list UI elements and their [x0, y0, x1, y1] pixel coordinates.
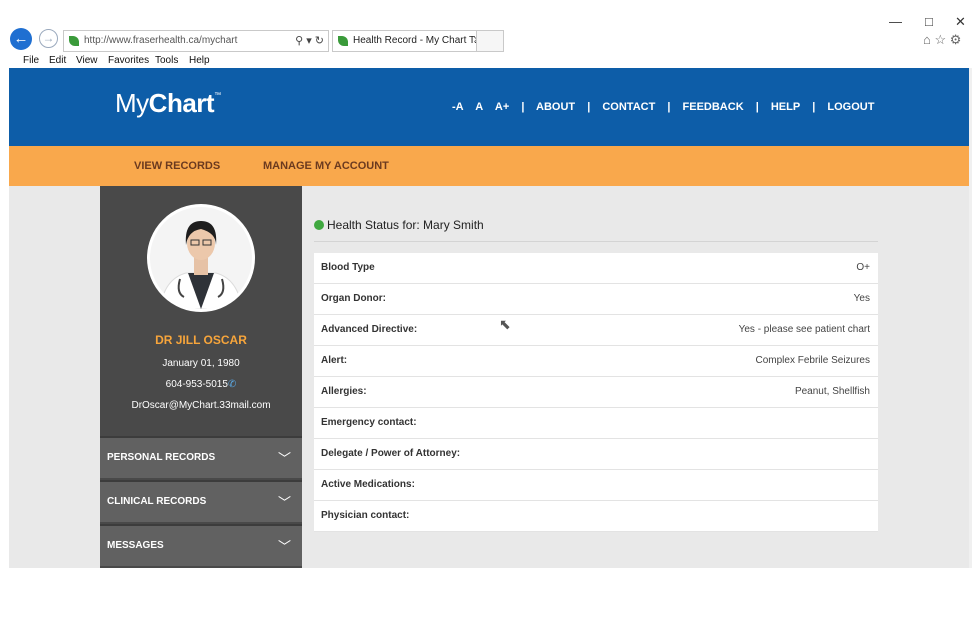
health-status-title-text: Health Status for: Mary Smith — [327, 218, 484, 232]
contact-link[interactable]: CONTACT — [602, 101, 655, 113]
doctor-dob: January 01, 1980 — [162, 358, 240, 369]
new-tab-button[interactable] — [476, 30, 504, 52]
nav-divider: | — [755, 101, 759, 113]
health-status-title: Health Status for: Mary Smith — [314, 218, 484, 232]
tab-title: Health Record - My Chart T... — [353, 35, 483, 46]
site-leaf-icon — [69, 36, 79, 46]
nav-divider: | — [812, 101, 816, 113]
browser-tab[interactable]: Health Record - My Chart T... ✕ — [332, 30, 496, 52]
browser-toolbar: ← → http://www.fraserhealth.ca/mychart ⚲… — [9, 8, 972, 54]
table-row: Allergies: Peanut, Shellfish — [314, 377, 878, 408]
table-row: Delegate / Power of Attorney: — [314, 439, 878, 470]
profile-sidebar: DR JILL OSCAR January 01, 1980 604-953-5… — [100, 186, 302, 568]
menu-tools[interactable]: Tools — [155, 55, 178, 66]
help-link[interactable]: HELP — [771, 101, 800, 113]
sub-nav: VIEW RECORDS MANAGE MY ACCOUNT — [9, 146, 969, 186]
table-row: Alert: Complex Febrile Seizures — [314, 346, 878, 377]
status-dot-icon — [314, 220, 324, 230]
tab-leaf-icon — [338, 36, 348, 46]
maximize-button[interactable]: □ — [925, 14, 933, 29]
view-records-link[interactable]: VIEW RECORDS — [134, 160, 220, 172]
back-button[interactable]: ← — [10, 28, 32, 50]
doctor-phone[interactable]: 604-953-5015 — [166, 379, 228, 390]
table-row: Emergency contact: — [314, 408, 878, 439]
table-row: Advanced Directive: Yes - please see pati… — [314, 315, 878, 346]
health-status-table: Blood Type O+ Organ Donor: Yes Advanced Dire… — [314, 253, 878, 532]
font-increase-link[interactable]: A+ — [495, 101, 509, 113]
avatar — [147, 204, 255, 312]
accordion-personal-records[interactable]: PERSONAL RECORDS ﹀ — [100, 436, 302, 478]
nav-divider: | — [667, 101, 671, 113]
row-value: Complex Febrile Seizures — [755, 355, 871, 366]
row-label: Organ Donor: — [321, 293, 386, 304]
accordion-clinical-records[interactable]: CLINICAL RECORDS ﹀ — [100, 480, 302, 522]
doctor-phone-row: 604-953-5015✆ — [100, 379, 302, 390]
menu-bar: File Edit View Favorites Tools Help — [9, 54, 972, 68]
font-decrease-link[interactable]: -A — [452, 101, 464, 113]
chevron-down-icon: ﹀ — [278, 539, 292, 554]
row-label: Active Medications: — [321, 479, 415, 490]
close-button[interactable]: ✕ — [955, 14, 966, 30]
accordion-label: CLINICAL RECORDS — [107, 496, 207, 507]
mouse-cursor-icon: ⬉ — [499, 316, 511, 332]
doctor-email[interactable]: DrOscar@MyChart.33mail.com — [100, 400, 302, 411]
mychart-logo[interactable]: MyChart™ — [115, 88, 221, 119]
row-value: Peanut, Shellfish — [794, 386, 870, 397]
row-label: Blood Type — [321, 262, 375, 273]
logout-link[interactable]: LOGOUT — [827, 101, 874, 113]
nav-divider: | — [587, 101, 591, 113]
doctor-portrait-image — [150, 207, 252, 309]
menu-file[interactable]: File — [23, 55, 39, 66]
menu-edit[interactable]: Edit — [49, 55, 66, 66]
chevron-down-icon: ﹀ — [278, 451, 292, 466]
doctor-name: DR JILL OSCAR — [155, 333, 247, 347]
menu-help[interactable]: Help — [189, 55, 210, 66]
logo-light: My — [115, 88, 149, 118]
row-label: Physician contact: — [321, 510, 410, 521]
about-link[interactable]: ABOUT — [536, 101, 575, 113]
accordion-label: MESSAGES — [107, 540, 164, 551]
accordion-label: PERSONAL RECORDS — [107, 452, 216, 463]
row-label: Emergency contact: — [321, 417, 417, 428]
phone-icon[interactable]: ✆ — [228, 379, 236, 390]
forward-button[interactable]: → — [39, 29, 58, 48]
top-nav: -A A A+ | ABOUT | CONTACT | FEEDBACK | H… — [452, 101, 883, 113]
menu-view[interactable]: View — [76, 55, 98, 66]
row-value: O+ — [856, 262, 870, 273]
chevron-down-icon: ﹀ — [278, 495, 292, 510]
manage-account-link[interactable]: MANAGE MY ACCOUNT — [263, 160, 389, 172]
font-normal-link[interactable]: A — [475, 101, 483, 113]
divider — [314, 241, 878, 242]
row-value: Yes - please see patient chart — [738, 324, 870, 335]
site-header: MyChart™ -A A A+ | ABOUT | CONTACT | FEE… — [9, 68, 969, 146]
page-content: MyChart™ -A A A+ | ABOUT | CONTACT | FEE… — [9, 68, 969, 568]
menu-favorites[interactable]: Favorites — [108, 55, 149, 66]
logo-bold: Chart — [148, 88, 215, 118]
feedback-link[interactable]: FEEDBACK — [683, 101, 744, 113]
row-label: Advanced Directive: — [321, 324, 418, 335]
row-value: Yes — [853, 293, 870, 304]
row-label: Alert: — [321, 355, 348, 366]
address-bar[interactable]: http://www.fraserhealth.ca/mychart ⚲ ▾ ↻ — [63, 30, 329, 52]
url-text: http://www.fraserhealth.ca/mychart — [84, 35, 238, 46]
accordion-messages[interactable]: MESSAGES ﹀ — [100, 524, 302, 566]
search-refresh-icons[interactable]: ⚲ ▾ ↻ — [295, 31, 324, 51]
table-row: Blood Type O+ — [314, 253, 878, 284]
nav-divider: | — [521, 101, 525, 113]
logo-tm: ™ — [214, 92, 221, 99]
row-label: Allergies: — [321, 386, 367, 397]
table-row: Active Medications: — [314, 470, 878, 501]
row-label: Delegate / Power of Attorney: — [321, 448, 461, 459]
minimize-button[interactable]: — — [889, 14, 902, 29]
table-row: Organ Donor: Yes — [314, 284, 878, 315]
browser-window: ← → http://www.fraserhealth.ca/mychart ⚲… — [9, 8, 972, 568]
home-favorites-settings-icons[interactable]: ⌂ ☆ ⚙ — [923, 32, 961, 48]
table-row: Physician contact: — [314, 501, 878, 532]
